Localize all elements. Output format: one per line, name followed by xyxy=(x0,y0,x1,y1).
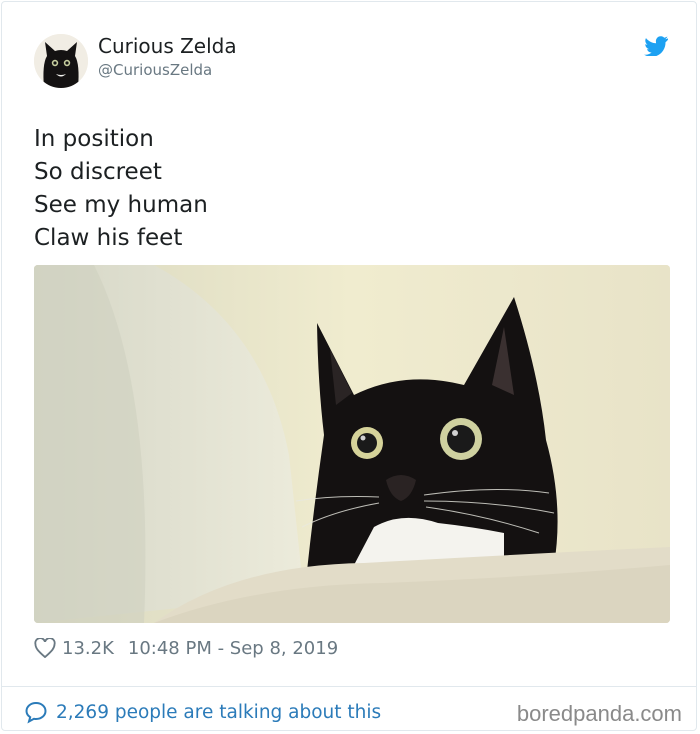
cat-photo-image xyxy=(34,265,670,623)
tweet-card: Curious Zelda @CuriousZelda In position … xyxy=(1,1,697,731)
twitter-icon[interactable] xyxy=(644,36,668,56)
site-watermark: boredpanda.com xyxy=(516,701,682,726)
tweet-line: So discreet xyxy=(34,159,162,185)
speech-bubble-icon xyxy=(25,701,47,724)
divider xyxy=(2,686,696,687)
like-count[interactable]: 13.2K xyxy=(62,638,114,659)
cat-avatar-image xyxy=(34,34,88,88)
tweet-line: See my human xyxy=(34,192,208,218)
tweet-meta: 13.2K 10:48 PM - Sep 8, 2019 xyxy=(34,636,338,660)
avatar[interactable] xyxy=(34,34,88,88)
talking-about-text[interactable]: 2,269 people are talking about this xyxy=(56,702,381,723)
tweet-photo[interactable] xyxy=(34,265,670,623)
tweet-timestamp[interactable]: 10:48 PM - Sep 8, 2019 xyxy=(128,638,338,659)
user-handle[interactable]: @CuriousZelda xyxy=(98,60,212,80)
tweet-text: In position So discreet See my human Cla… xyxy=(34,123,654,255)
tweet-line: Claw his feet xyxy=(34,225,183,251)
talking-about-link[interactable]: 2,269 people are talking about this xyxy=(24,699,381,725)
heart-icon[interactable] xyxy=(34,638,56,658)
tweet-line: In position xyxy=(34,126,154,152)
display-name[interactable]: Curious Zelda xyxy=(98,34,237,58)
